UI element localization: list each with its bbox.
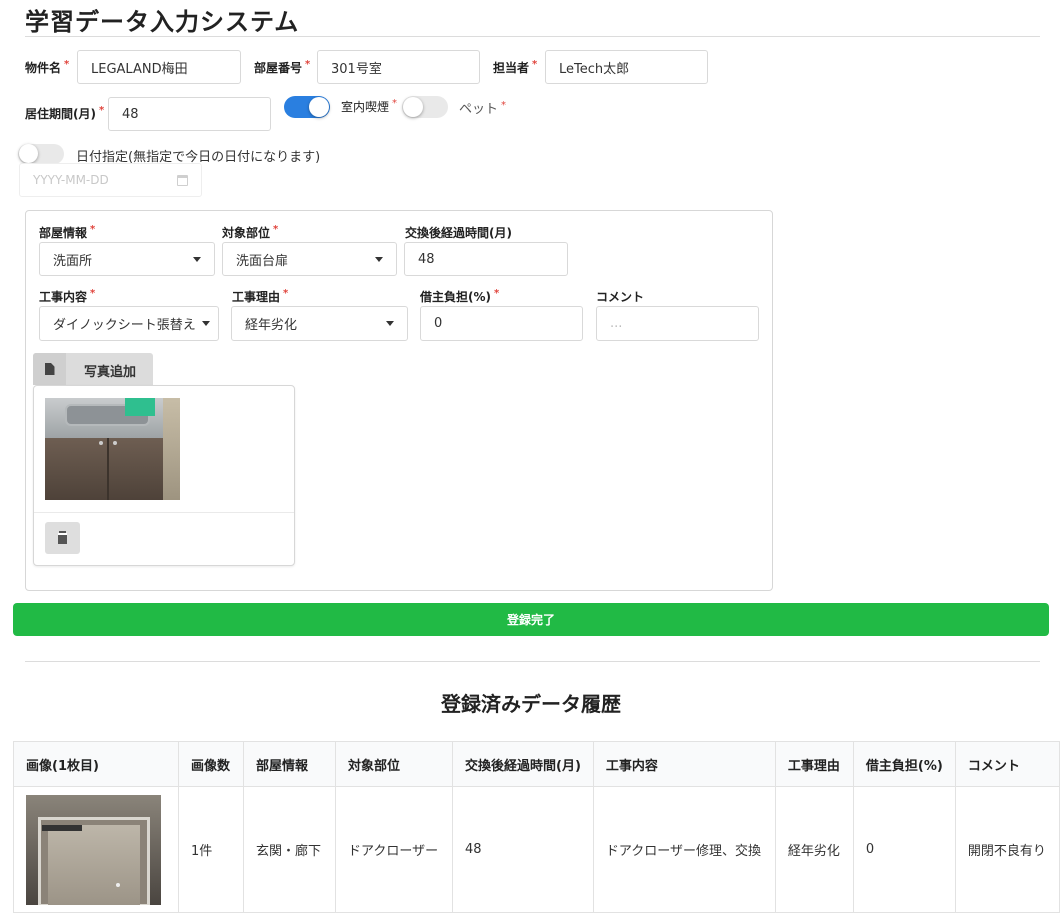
column-header: 借主負担(%) (852, 741, 956, 787)
row-owner-cell: 0 (852, 786, 956, 913)
column-header: 対象部位 (335, 741, 453, 787)
pet-label: ペット * (459, 99, 507, 117)
elapsed-input[interactable]: 48 (404, 242, 568, 276)
work-label: 工事内容 * (39, 288, 96, 304)
owner-input[interactable]: 0 (420, 306, 583, 341)
owner-label: 借主負担(%) * (420, 288, 500, 304)
section-divider (25, 661, 1040, 662)
row-comment-cell: 開閉不良有り (954, 786, 1060, 913)
header-divider (25, 36, 1040, 37)
row-room-cell: 玄関・廊下 (243, 786, 336, 913)
row-elapsed-cell: 48 (452, 786, 594, 913)
reason-label: 工事理由 * (232, 288, 289, 304)
chevron-down-icon (375, 256, 383, 262)
property-label: 物件名 * (25, 59, 70, 75)
target-part-label: 対象部位 * (222, 224, 279, 240)
row-work-cell: ドアクローザー修理、交換 (592, 786, 776, 913)
column-header: 部屋情報 (243, 741, 336, 787)
elapsed-label: 交換後経過時間(月) (405, 226, 512, 240)
row-thumbnail[interactable] (26, 794, 161, 905)
table-header-row: 画像(1枚目) 画像数 部屋情報 対象部位 交換後経過時間(月) 工事内容 工事… (13, 741, 1060, 787)
work-select[interactable]: ダイノックシート張替え (39, 306, 219, 341)
chevron-down-icon (193, 256, 201, 262)
residence-input[interactable]: 48 (108, 97, 271, 131)
add-photo-label: 写真追加 (84, 365, 137, 380)
table-row: 1件 玄関・廊下 ドアクローザー 48 ドアクローザー修理、交換 経年劣化 0 … (13, 786, 1060, 913)
staff-input[interactable]: LeTech太郎 (545, 50, 708, 84)
column-header: 画像数 (178, 741, 244, 787)
staff-label: 担当者 * (493, 59, 538, 75)
column-header: 工事理由 (774, 741, 854, 787)
trash-icon (58, 532, 67, 544)
submit-button[interactable]: 登録完了 (13, 603, 1049, 636)
history-table: 画像(1枚目) 画像数 部屋情報 対象部位 交換後経過時間(月) 工事内容 工事… (13, 741, 1060, 913)
pet-toggle[interactable] (402, 96, 448, 118)
photo-card-divider (34, 512, 294, 513)
room-info-label: 部屋情報 * (39, 224, 96, 240)
property-input[interactable]: LEGALAND梅田 (77, 50, 241, 84)
target-part-select[interactable]: 洗面台扉 (222, 242, 397, 276)
room-no-input[interactable]: 301号室 (317, 50, 480, 84)
column-header: コメント (954, 741, 1060, 787)
column-header: 交換後経過時間(月) (452, 741, 594, 787)
reason-select[interactable]: 経年劣化 (231, 306, 408, 341)
date-toggle[interactable] (18, 144, 64, 164)
row-reason-cell: 経年劣化 (774, 786, 854, 913)
delete-photo-button[interactable] (45, 522, 80, 554)
photo-thumbnail (45, 398, 180, 500)
page-title: 学習データ入力システム (25, 8, 300, 36)
row-part-cell: ドアクローザー (335, 786, 453, 913)
column-header: 画像(1枚目) (13, 741, 179, 787)
comment-input[interactable]: ... (596, 306, 759, 341)
history-title: 登録済みデータ履歴 (441, 692, 621, 716)
calendar-icon (177, 174, 188, 186)
smoking-label: 室内喫煙 * (341, 98, 398, 114)
row-thumbnail-cell (13, 786, 179, 913)
room-info-select[interactable]: 洗面所 (39, 242, 215, 276)
date-input: YYYY-MM-DD (19, 163, 202, 197)
smoking-toggle[interactable] (284, 96, 330, 118)
column-header: 工事内容 (592, 741, 776, 787)
file-icon (33, 353, 66, 385)
comment-label: コメント (596, 290, 645, 304)
residence-label: 居住期間(月) * (25, 105, 105, 121)
chevron-down-icon (201, 321, 210, 326)
row-count-cell: 1件 (178, 786, 244, 913)
room-no-label: 部屋番号 * (254, 59, 311, 75)
chevron-down-icon (386, 321, 394, 326)
